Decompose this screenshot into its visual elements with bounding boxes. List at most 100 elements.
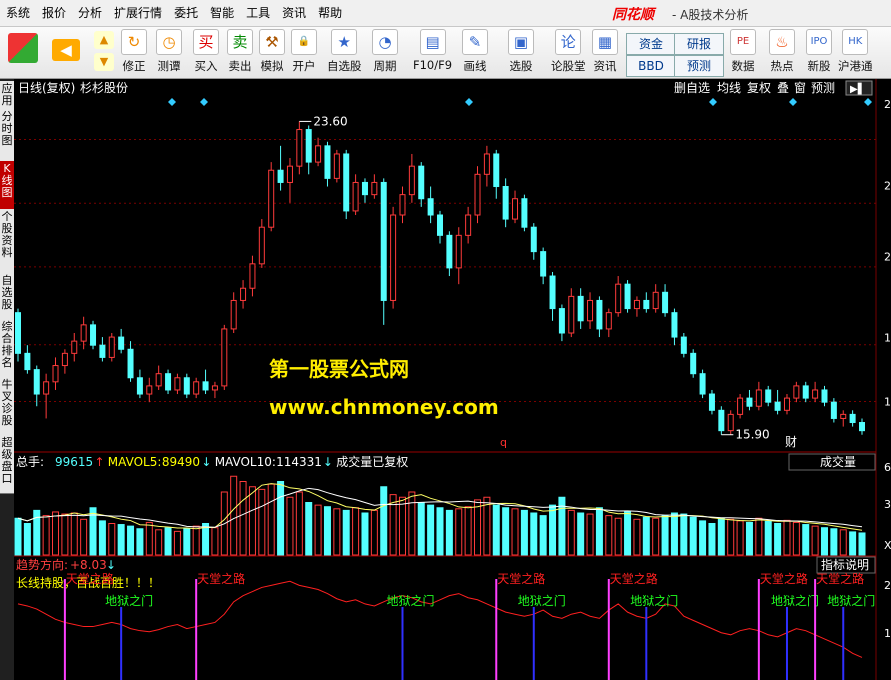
toolbar-button-3[interactable]: 卖卖出 (227, 29, 253, 74)
side-tab-0[interactable]: 应用 (0, 81, 14, 110)
price-axis-tick: 2 (884, 180, 891, 193)
candle-body (774, 401, 781, 411)
toolbar-button-15[interactable]: IPO 新股 (806, 29, 832, 74)
candle-body (446, 234, 453, 269)
toolbar-button-14[interactable]: ♨ 热点 (769, 29, 795, 74)
volume-bar (736, 520, 744, 556)
candle-body (437, 214, 443, 236)
menu-item-8[interactable]: 帮助 (312, 0, 348, 26)
volume-bar (455, 508, 463, 556)
toolbar-button-5[interactable]: 🔒 开户 (291, 29, 317, 74)
event-diamond-icon[interactable] (709, 98, 717, 106)
toolbar-button-1[interactable]: ◷ 测谭 (156, 29, 182, 74)
brand-logo: 同花顺 (612, 7, 654, 23)
side-tab-3[interactable]: 个股资料 (0, 209, 14, 274)
volume-bar (745, 521, 753, 556)
clock-period-icon: ◔ (372, 29, 398, 55)
toolbar-label: 自选股 (327, 59, 362, 73)
menu-item-2[interactable]: 分析 (72, 0, 108, 26)
toolbar-button-10[interactable]: ▣ 选股 (508, 29, 534, 74)
toolbar-button-0[interactable]: ↻ 修正 (121, 29, 147, 74)
candle-body (812, 389, 819, 399)
volume-header-text: ↑ (95, 455, 105, 469)
event-diamond-icon[interactable] (168, 98, 176, 106)
candle-body (718, 409, 725, 432)
volume-bar (211, 527, 219, 556)
candle-body (15, 312, 21, 354)
candle-body (380, 181, 387, 301)
menu-item-7[interactable]: 资讯 (276, 0, 312, 26)
kline-tool-0[interactable]: 删自选 (674, 81, 710, 95)
side-tab-2[interactable]: K线图 (0, 161, 14, 210)
candle-body (390, 214, 397, 301)
menu-item-4[interactable]: 委托 (168, 0, 204, 26)
candle-body (240, 287, 247, 301)
side-tab-6[interactable]: 牛叉诊股 (0, 377, 14, 436)
side-tab-1[interactable]: 分时图 (0, 109, 14, 162)
back-arrow-icon[interactable]: ◀ (52, 39, 80, 61)
volume-bar (755, 517, 763, 556)
candle-body (840, 413, 847, 419)
menu-item-3[interactable]: 扩展行情 (108, 0, 168, 26)
candle-body (52, 365, 59, 383)
kline-tool-3[interactable]: 叠 (777, 81, 789, 95)
toolbar-button-2[interactable]: 买买入 (193, 29, 219, 74)
toolbar-button-11[interactable]: 论论股堂 (551, 29, 586, 74)
menu-item-1[interactable]: 报价 (36, 0, 72, 26)
candle-body (183, 377, 190, 395)
price-axis-tick: 2 (884, 98, 891, 111)
down-arrow-icon[interactable]: ▼ (94, 53, 114, 71)
toolbar-label: 选股 (509, 59, 533, 73)
candle-body (136, 377, 143, 395)
volume-bar (98, 520, 106, 556)
toolbar-button-8[interactable]: ▤ F10/F9 (413, 29, 452, 72)
event-diamond-icon[interactable] (465, 98, 473, 106)
kline-tool-4[interactable]: 窗 (794, 81, 806, 95)
toolbar-button-16[interactable]: HK 沪港通 (838, 29, 873, 74)
side-tab-5[interactable]: 综合排名 (0, 319, 14, 378)
event-diamond-icon[interactable] (864, 98, 872, 106)
candle-body (399, 194, 406, 216)
watermark-title: 第一股票公式网 (269, 357, 409, 381)
volume-bar (277, 481, 285, 556)
candle-body (474, 173, 481, 216)
kline-tool-2[interactable]: 复权 (747, 81, 771, 95)
toolbar-button-6[interactable]: ★ 自选股 (327, 29, 362, 74)
menu-item-5[interactable]: 智能 (204, 0, 240, 26)
toolbar-box-0[interactable]: 资金 (626, 33, 676, 55)
candle-body (755, 389, 762, 407)
toolbar-button-4[interactable]: ⚒ 模拟 (259, 29, 285, 74)
heaven-label: 天堂之路 (66, 571, 114, 586)
volume-bar (811, 525, 819, 556)
volume-bar (474, 499, 482, 556)
toolbar-button-7[interactable]: ◔ 周期 (372, 29, 398, 74)
side-tab-7[interactable]: 超级盘口 (0, 435, 14, 494)
side-tab-4[interactable]: 自选股 (0, 273, 14, 320)
volume-bar (183, 528, 191, 556)
toolbar-box-1[interactable]: BBD (626, 55, 676, 77)
kline-tool-1[interactable]: 均线 (717, 81, 741, 95)
toolbar-button-9[interactable]: ✎ 画线 (462, 29, 488, 74)
hell-label: 地狱之门 (630, 593, 678, 608)
toolbar-button-12[interactable]: ▦ 资讯 (592, 29, 618, 74)
toolbar-box-2[interactable]: 研报 (674, 33, 724, 55)
kline-tool-5[interactable]: 预测 (811, 81, 835, 95)
toolbar-box-3[interactable]: 预测 (674, 55, 724, 77)
layout-grid-icon[interactable] (8, 33, 38, 63)
kline-chart-area[interactable]: 日线(复权) 杉杉股份 删自选 均线 复权叠窗预测 ▶▌ 2 2 2 1 1 23.60 15.90 q 财… (14, 79, 891, 680)
candle-body (568, 295, 575, 334)
candle-body (249, 263, 256, 289)
toolbar-button-13[interactable]: PE 数据 (730, 29, 756, 74)
event-diamond-icon[interactable] (200, 98, 208, 106)
event-diamond-icon[interactable] (789, 98, 797, 106)
hk-icon: HK (842, 29, 869, 55)
candle-body (699, 373, 706, 395)
candle-body (530, 226, 537, 253)
candle-body (418, 165, 425, 200)
menu-item-0[interactable]: 系统 (0, 0, 36, 26)
menu-item-6[interactable]: 工具 (240, 0, 276, 26)
up-arrow-icon[interactable]: ▲ (94, 31, 114, 49)
candle-body (793, 385, 800, 399)
candle-body (296, 129, 303, 167)
volume-bar (717, 517, 725, 556)
